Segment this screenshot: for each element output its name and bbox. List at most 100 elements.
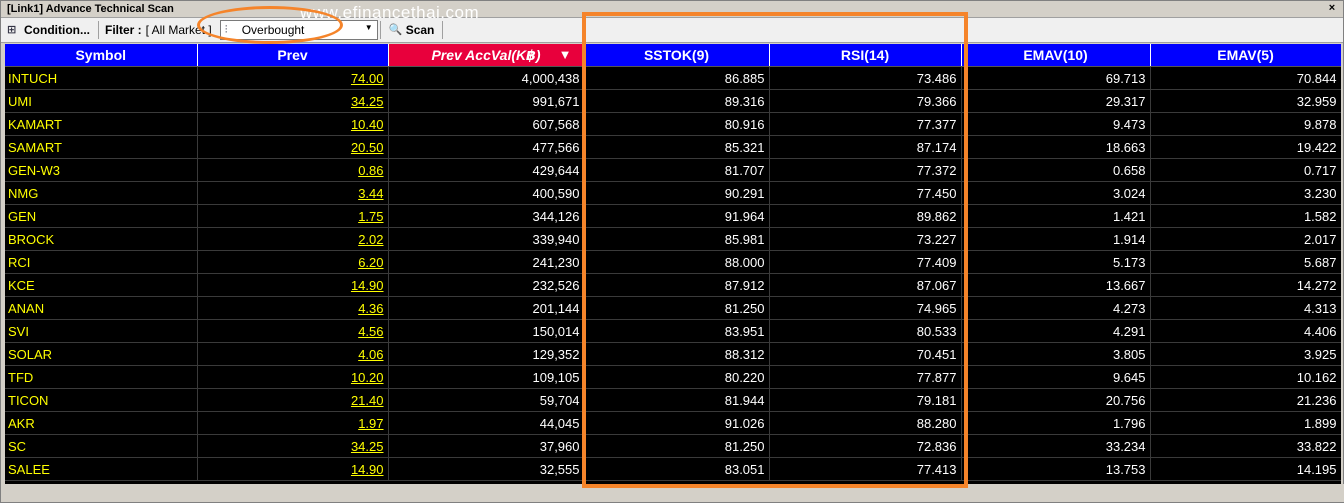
prev-cell[interactable]: 4.56 [197,319,389,343]
symbol-cell[interactable]: GEN [5,204,198,228]
rsi-cell: 74.965 [769,296,962,320]
rsi-cell: 70.451 [769,342,962,366]
table-row[interactable]: SAMART 20.50 477,566 85.321 87.174 18.663 19.4… [5,135,1341,159]
emav10-cell: 9.473 [961,112,1151,136]
symbol-cell[interactable]: TFD [5,365,198,389]
emav10-cell: 13.667 [961,273,1151,297]
emav10-cell: 4.273 [961,296,1151,320]
chevron-down-icon[interactable]: ▼ [365,23,373,32]
table-row[interactable]: KCE 14.90 232,526 87.912 87.067 13.667 14.272 [5,273,1341,297]
column-header-emav5[interactable]: EMAV(5) [1150,44,1341,67]
table-row[interactable]: GEN-W3 0.86 429,644 81.707 77.372 0.658 0.717 [5,158,1341,182]
table-row[interactable]: SOLAR 4.06 129,352 88.312 70.451 3.805 3.925 [5,342,1341,366]
table-row[interactable]: UMI 34.25 991,671 89.316 79.366 29.317 32.959 [5,89,1341,113]
symbol-cell[interactable]: GEN-W3 [5,158,198,182]
prev-cell[interactable]: 3.44 [197,181,389,205]
table-row[interactable]: GEN 1.75 344,126 91.964 89.862 1.421 1.582 [5,204,1341,228]
column-header-sstok[interactable]: SSTOK(9) [584,44,770,67]
symbol-cell[interactable]: SAMART [5,135,198,159]
prev-cell[interactable]: 34.25 [197,434,389,458]
close-icon[interactable]: × [1325,2,1339,14]
table-row[interactable]: KAMART 10.40 607,568 80.916 77.377 9.473 9.878 [5,112,1341,136]
prev-cell[interactable]: 6.20 [197,250,389,274]
symbol-cell[interactable]: RCI [5,250,198,274]
symbol-cell[interactable]: AKR [5,411,198,435]
symbol-cell[interactable]: SVI [5,319,198,343]
table-row[interactable]: AKR 1.97 44,045 91.026 88.280 1.796 1.899 [5,411,1341,435]
prev-cell[interactable]: 74.00 [197,66,389,90]
sstok-cell: 83.051 [584,457,770,481]
table-row[interactable]: INTUCH 74.00 4,000,438 86.885 73.486 69.713 70… [5,66,1341,90]
rsi-cell: 72.836 [769,434,962,458]
sstok-cell: 83.951 [584,319,770,343]
prev-cell[interactable]: 1.97 [197,411,389,435]
prev-cell[interactable]: 1.75 [197,204,389,228]
prev-cell[interactable]: 4.06 [197,342,389,366]
prev-cell[interactable]: 0.86 [197,158,389,182]
table-row[interactable]: SC 34.25 37,960 81.250 72.836 33.234 33.822 [5,434,1341,458]
symbol-cell[interactable]: ANAN [5,296,198,320]
column-header-emav10[interactable]: EMAV(10) [961,44,1151,67]
table-row[interactable]: SALEE 14.90 32,555 83.051 77.413 13.753 14.195 [5,457,1341,481]
table-row[interactable]: TFD 10.20 109,105 80.220 77.877 9.645 10.162 [5,365,1341,389]
sstok-cell: 80.220 [584,365,770,389]
prev-accval-cell: 429,644 [388,158,585,182]
table-row[interactable]: ANAN 4.36 201,144 81.250 74.965 4.273 4.313 [5,296,1341,320]
rsi-cell: 73.227 [769,227,962,251]
prev-cell[interactable]: 4.36 [197,296,389,320]
prev-accval-cell: 344,126 [388,204,585,228]
scan-type-select[interactable]: ⫶ Overbought ▼ [219,20,378,40]
prev-cell[interactable]: 10.20 [197,365,389,389]
table-row[interactable]: TICON 21.40 59,704 81.944 79.181 20.756 21.236 [5,388,1341,412]
symbol-cell[interactable]: KAMART [5,112,198,136]
emav10-cell: 4.291 [961,319,1151,343]
prev-accval-cell: 150,014 [388,319,585,343]
emav5-cell: 32.959 [1150,89,1341,113]
symbol-cell[interactable]: SOLAR [5,342,198,366]
results-grid: Symbol Prev Prev AccVal(K฿) ▼ SSTOK(9) R… [5,44,1341,484]
rsi-cell: 80.533 [769,319,962,343]
prev-cell[interactable]: 10.40 [197,112,389,136]
filter-label: Filter : [104,23,142,37]
sstok-cell: 86.885 [584,66,770,90]
header-row: Symbol Prev Prev AccVal(K฿) ▼ SSTOK(9) R… [5,44,1341,67]
symbol-cell[interactable]: NMG [5,181,198,205]
table-row[interactable]: NMG 3.44 400,590 90.291 77.450 3.024 3.230 [5,181,1341,205]
emav10-cell: 69.713 [961,66,1151,90]
column-header-prev[interactable]: Prev [197,44,389,67]
prev-cell[interactable]: 21.40 [197,388,389,412]
emav5-cell: 33.822 [1150,434,1341,458]
filter-value[interactable]: [ All Market ] [142,23,218,37]
chart-icon: ⫶ [224,24,228,36]
horizontal-scrollbar[interactable] [1,484,1344,502]
symbol-cell[interactable]: UMI [5,89,198,113]
condition-button[interactable]: ⊞ Condition... [1,19,96,41]
symbol-cell[interactable]: BROCK [5,227,198,251]
symbol-cell[interactable]: KCE [5,273,198,297]
table-row[interactable]: RCI 6.20 241,230 88.000 77.409 5.173 5.687 [5,250,1341,274]
prev-cell[interactable]: 20.50 [197,135,389,159]
prev-accval-cell: 59,704 [388,388,585,412]
prev-cell[interactable]: 14.90 [197,273,389,297]
emav10-cell: 3.024 [961,181,1151,205]
symbol-cell[interactable]: SALEE [5,457,198,481]
symbol-cell[interactable]: SC [5,434,198,458]
sstok-cell: 88.312 [584,342,770,366]
column-header-prev-accval[interactable]: Prev AccVal(K฿) ▼ [388,44,585,67]
condition-icon: ⊞ [7,24,17,36]
column-header-rsi[interactable]: RSI(14) [769,44,962,67]
emav5-cell: 0.717 [1150,158,1341,182]
prev-cell[interactable]: 34.25 [197,89,389,113]
prev-cell[interactable]: 14.90 [197,457,389,481]
toolbar-divider [442,21,444,39]
prev-cell[interactable]: 2.02 [197,227,389,251]
table-row[interactable]: BROCK 2.02 339,940 85.981 73.227 1.914 2.017 [5,227,1341,251]
scan-window: [Link1] Advance Technical Scan × ⊞ Condi… [0,0,1344,503]
sstok-cell: 91.026 [584,411,770,435]
column-header-symbol[interactable]: Symbol [5,44,198,67]
table-row[interactable]: SVI 4.56 150,014 83.951 80.533 4.291 4.406 [5,319,1341,343]
symbol-cell[interactable]: TICON [5,388,198,412]
symbol-cell[interactable]: INTUCH [5,66,198,90]
emav10-cell: 9.645 [961,365,1151,389]
emav5-cell: 21.236 [1150,388,1341,412]
